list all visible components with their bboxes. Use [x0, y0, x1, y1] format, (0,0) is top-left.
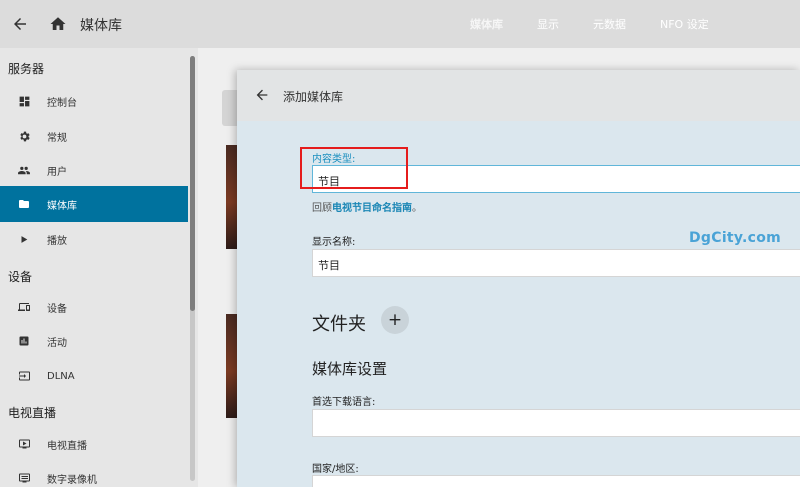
sidebar-item-general[interactable]: 常规: [0, 118, 188, 154]
top-app-bar: 媒体库 媒体库 显示 元数据 NFO 设定: [0, 0, 800, 48]
live-tv-icon: [17, 437, 31, 451]
back-arrow-icon[interactable]: [8, 12, 32, 36]
sidebar-item-dvr[interactable]: 数字录像机: [0, 460, 188, 487]
tab-metadata[interactable]: 元数据: [593, 16, 626, 32]
dialog-back-arrow-icon[interactable]: [252, 85, 272, 105]
watermark-text: DgCity.com: [689, 230, 782, 246]
tab-nfo-settings[interactable]: NFO 设定: [660, 16, 709, 32]
naming-guide-helper: 回顾电视节目命名指南。: [312, 203, 422, 214]
play-icon: [17, 232, 31, 246]
sidebar-item-dlna[interactable]: DLNA: [0, 358, 188, 394]
dialog-header: 添加媒体库: [237, 70, 800, 121]
home-icon[interactable]: [46, 12, 70, 36]
sidebar-item-live-tv[interactable]: 电视直播: [0, 426, 188, 462]
download-language-select[interactable]: [312, 409, 800, 437]
tv-naming-guide-link[interactable]: 电视节目命名指南: [332, 203, 412, 214]
devices-icon: [17, 300, 31, 314]
display-name-input[interactable]: 节目: [312, 249, 800, 277]
sidebar-item-playback[interactable]: 播放: [0, 221, 188, 257]
sidebar-item-libraries[interactable]: 媒体库: [0, 186, 188, 222]
country-region-select[interactable]: [312, 475, 800, 487]
country-region-label: 国家/地区:: [312, 464, 359, 475]
sidebar: 服务器 控制台 常规 用户 媒体库 播放 设备 设备 活动 DLNA 电视直播 …: [0, 48, 198, 487]
gear-icon: [17, 129, 31, 143]
sidebar-item-dashboard[interactable]: 控制台: [0, 83, 188, 119]
sidebar-item-devices[interactable]: 设备: [0, 289, 188, 325]
header-tabs: 媒体库 显示 元数据 NFO 设定: [470, 16, 743, 32]
folder-icon: [17, 197, 31, 211]
page-title: 媒体库: [80, 18, 122, 34]
dashboard-icon: [17, 94, 31, 108]
sidebar-item-users[interactable]: 用户: [0, 152, 188, 188]
sidebar-section-devices: 设备: [8, 270, 33, 284]
download-language-label: 首选下载语言:: [312, 397, 376, 408]
highlight-annotation-box: [300, 147, 408, 189]
library-settings-heading: 媒体库设置: [312, 360, 388, 378]
sidebar-scrollbar[interactable]: [190, 56, 195, 481]
dialog-title: 添加媒体库: [283, 90, 344, 104]
sidebar-scrollbar-thumb[interactable]: [190, 56, 195, 311]
sidebar-section-live-tv: 电视直播: [8, 406, 57, 420]
tab-libraries[interactable]: 媒体库: [470, 16, 503, 32]
folders-heading: 文件夹: [312, 314, 366, 335]
dvr-icon: [17, 471, 31, 485]
sidebar-item-activity[interactable]: 活动: [0, 323, 188, 359]
sidebar-section-server: 服务器: [8, 62, 45, 76]
add-folder-button[interactable]: +: [381, 306, 409, 334]
tab-display[interactable]: 显示: [537, 16, 559, 32]
input-icon: [17, 369, 31, 383]
add-library-dialog: 添加媒体库 内容类型: 节目 回顾电视节目命名指南。 DgCity.com 显示…: [237, 70, 800, 487]
people-icon: [17, 163, 31, 177]
display-name-label: 显示名称:: [312, 237, 356, 248]
activity-icon: [17, 334, 31, 348]
